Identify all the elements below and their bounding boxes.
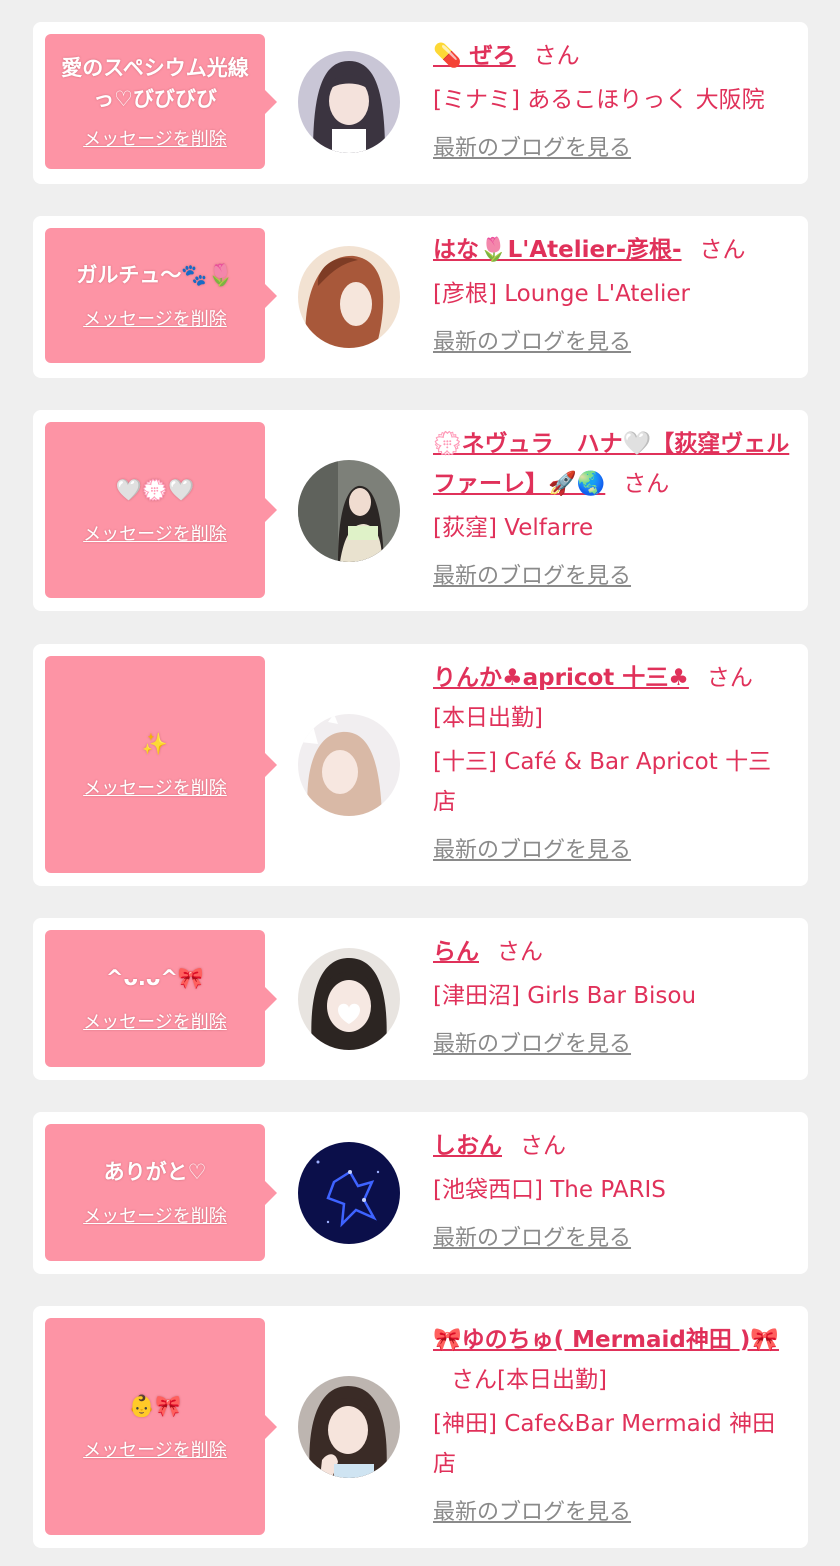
card-info: はな🌷L'Atelier-彦根- さん [彦根] Lounge L'Atelier… xyxy=(433,230,794,360)
delete-message-link[interactable]: メッセージを削除 xyxy=(83,305,227,331)
cast-name-link[interactable]: しおん xyxy=(433,1133,502,1159)
cast-name-link[interactable]: 🎀ゆのちゅ( Mermaid神田 )🎀 xyxy=(433,1327,779,1353)
delete-message-link[interactable]: メッセージを削除 xyxy=(83,520,227,546)
card-info: 💊 ぜろ さん [ミナミ] あるこほりっく 大阪院 最新のブログを見る xyxy=(433,36,794,166)
message-card: ^ᴗ.ᴗ^🎀 メッセージを削除 らん さん [津田沼] Girls Bar Bis… xyxy=(33,918,808,1080)
latest-blog-link[interactable]: 最新のブログを見る xyxy=(433,1222,794,1256)
delete-message-link[interactable]: メッセージを削除 xyxy=(83,1202,227,1228)
delete-message-link[interactable]: メッセージを削除 xyxy=(83,774,227,800)
shop-label: [ミナミ] あるこほりっく 大阪院 xyxy=(433,87,765,113)
message-bubble: ありがと♡ メッセージを削除 xyxy=(45,1124,277,1261)
san-label: さん xyxy=(451,1367,497,1393)
avatar[interactable] xyxy=(298,246,400,348)
latest-blog-link[interactable]: 最新のブログを見る xyxy=(433,834,794,868)
latest-blog-link[interactable]: 最新のブログを見る xyxy=(433,1028,794,1062)
cast-name-link[interactable]: はな🌷L'Atelier-彦根- xyxy=(433,237,682,263)
avatar[interactable] xyxy=(298,948,400,1050)
shop-label: [十三] Café & Bar Apricot 十三店 xyxy=(433,749,772,815)
message-text: 🤍💮🤍 xyxy=(115,477,195,502)
san-label: さん xyxy=(497,939,543,965)
message-card: ありがと♡ メッセージを削除 しおん さん [池袋西口] The PARIS 最新… xyxy=(33,1112,808,1274)
message-bubble: ガルチュ〜🐾🌷 メッセージを削除 xyxy=(45,228,277,363)
delete-message-link[interactable]: メッセージを削除 xyxy=(83,1436,227,1462)
shop-label: [彦根] Lounge L'Atelier xyxy=(433,281,690,307)
message-card: 👶🎀 メッセージを削除 🎀ゆのちゅ( Mermaid神田 )🎀 さん[本日出勤] … xyxy=(33,1306,808,1548)
message-bubble: 愛のスペシウム光線っ♡びびびび メッセージを削除 xyxy=(45,34,277,169)
message-bubble: 🤍💮🤍 メッセージを削除 xyxy=(45,422,277,598)
message-text: 愛のスペシウム光線っ♡びびびび xyxy=(61,55,249,111)
latest-blog-link[interactable]: 最新のブログを見る xyxy=(433,326,794,360)
message-bubble: 👶🎀 メッセージを削除 xyxy=(45,1318,277,1535)
message-text: ^ᴗ.ᴗ^🎀 xyxy=(105,966,205,990)
cast-name-link[interactable]: らん xyxy=(433,939,479,965)
san-label: さん xyxy=(706,665,753,691)
message-card: ガルチュ〜🐾🌷 メッセージを削除 はな🌷L'Atelier-彦根- さん [彦根]… xyxy=(33,216,808,378)
cast-name-link[interactable]: りんか♣apricot 十三♣ xyxy=(433,665,689,691)
card-info: 🎀ゆのちゅ( Mermaid神田 )🎀 さん[本日出勤] [神田] Cafe&Ba… xyxy=(433,1320,794,1530)
avatar[interactable] xyxy=(298,1376,400,1478)
card-info: らん さん [津田沼] Girls Bar Bisou 最新のブログを見る xyxy=(433,932,794,1062)
shift-status: [本日出勤] xyxy=(497,1367,607,1393)
message-card: ✨ メッセージを削除 りんか♣apricot 十三♣ さん [本日出勤] [十三]… xyxy=(33,644,808,886)
message-text: ガルチュ〜🐾🌷 xyxy=(76,263,234,287)
shop-label: [池袋西口] The PARIS xyxy=(433,1177,666,1203)
avatar[interactable] xyxy=(298,714,400,816)
san-label: さん xyxy=(533,43,580,69)
message-text: ありがと♡ xyxy=(103,1160,207,1184)
card-info: しおん さん [池袋西口] The PARIS 最新のブログを見る xyxy=(433,1126,794,1256)
message-bubble: ✨ メッセージを削除 xyxy=(45,656,277,873)
cast-name-link[interactable]: 💮ネヴュラ ハナ🤍【荻窪ヴェルファーレ】🚀🌏 xyxy=(433,431,789,497)
shop-label: [神田] Cafe&Bar Mermaid 神田店 xyxy=(433,1411,776,1477)
message-bubble: ^ᴗ.ᴗ^🎀 メッセージを削除 xyxy=(45,930,277,1067)
shop-label: [津田沼] Girls Bar Bisou xyxy=(433,983,697,1009)
latest-blog-link[interactable]: 最新のブログを見る xyxy=(433,132,794,166)
san-label: さん xyxy=(520,1133,566,1159)
san-label: さん xyxy=(623,471,670,497)
card-info: 💮ネヴュラ ハナ🤍【荻窪ヴェルファーレ】🚀🌏 さん [荻窪] Velfarre 最… xyxy=(433,424,794,594)
cast-name-link[interactable]: 💊 ぜろ xyxy=(433,43,516,69)
latest-blog-link[interactable]: 最新のブログを見る xyxy=(433,1496,794,1530)
avatar[interactable] xyxy=(298,460,400,562)
card-info: りんか♣apricot 十三♣ さん [本日出勤] [十三] Café & Bar… xyxy=(433,658,794,868)
avatar[interactable] xyxy=(298,1142,400,1244)
message-card: 愛のスペシウム光線っ♡びびびび メッセージを削除 💊 ぜろ さん [ミナミ] ある… xyxy=(33,22,808,184)
delete-message-link[interactable]: メッセージを削除 xyxy=(83,1008,227,1034)
latest-blog-link[interactable]: 最新のブログを見る xyxy=(433,560,794,594)
delete-message-link[interactable]: メッセージを削除 xyxy=(83,125,227,151)
shift-status: [本日出勤] xyxy=(433,705,543,731)
avatar[interactable] xyxy=(298,51,400,153)
message-card: 🤍💮🤍 メッセージを削除 💮ネヴュラ ハナ🤍【荻窪ヴェルファーレ】🚀🌏 さん [荻… xyxy=(33,410,808,611)
san-label: さん xyxy=(699,237,746,263)
message-text: ✨ xyxy=(141,732,169,756)
message-text: 👶🎀 xyxy=(128,1394,182,1418)
shop-label: [荻窪] Velfarre xyxy=(433,515,594,541)
